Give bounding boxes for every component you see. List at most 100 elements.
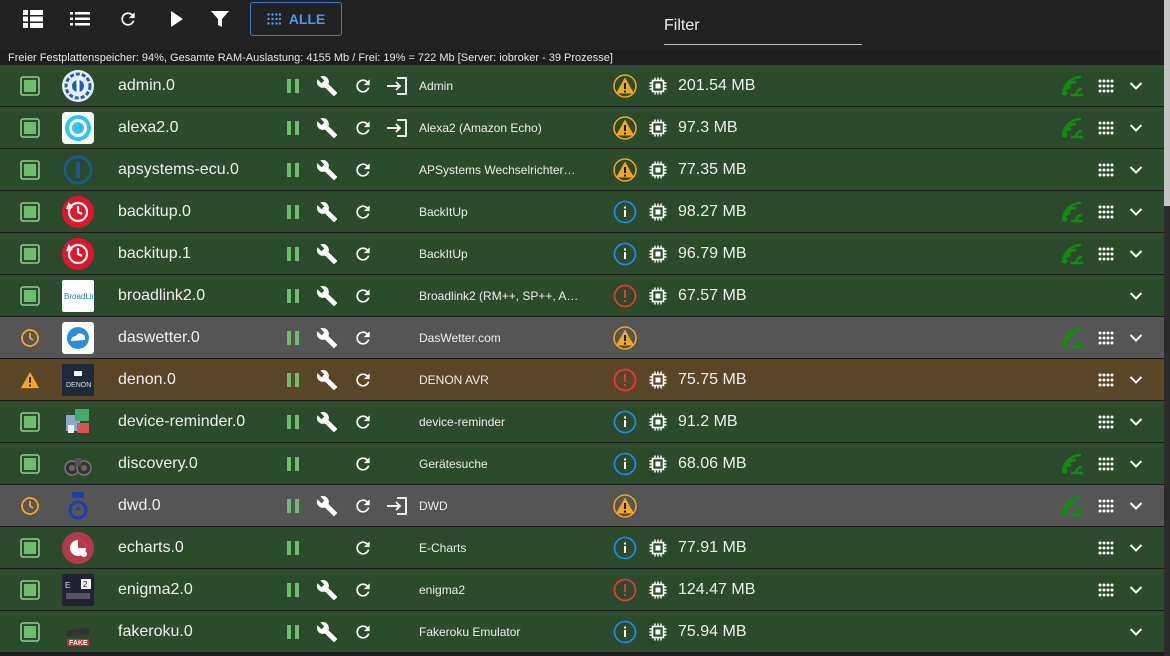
wrench-icon[interactable] — [316, 485, 340, 527]
chevron-down-icon[interactable] — [1126, 611, 1146, 653]
restart-icon[interactable] — [353, 149, 375, 191]
loglevel-info-icon[interactable] — [612, 611, 638, 653]
restart-icon[interactable] — [353, 611, 375, 653]
filter-field[interactable] — [664, 12, 862, 45]
wrench-icon[interactable] — [316, 611, 340, 653]
restart-icon[interactable] — [353, 485, 375, 527]
scrollbar[interactable] — [1164, 0, 1170, 656]
open-link-icon[interactable] — [385, 65, 411, 107]
connected-icon — [1060, 107, 1086, 149]
restart-icon[interactable] — [353, 443, 375, 485]
play-icon[interactable] — [162, 4, 192, 34]
wrench-icon[interactable] — [316, 65, 340, 107]
wrench-icon[interactable] — [316, 191, 340, 233]
chevron-down-icon[interactable] — [1126, 359, 1146, 401]
wrench-icon[interactable] — [316, 569, 340, 611]
pause-icon[interactable] — [286, 191, 304, 233]
chevron-down-icon[interactable] — [1126, 569, 1146, 611]
loglevel-error-icon[interactable] — [612, 275, 638, 317]
loglevel-info-icon[interactable] — [612, 443, 638, 485]
wrench-icon[interactable] — [316, 317, 340, 359]
memory-usage: 96.79 MB — [678, 245, 747, 262]
loglevel-info-icon[interactable] — [612, 527, 638, 569]
open-link-icon[interactable] — [385, 485, 411, 527]
restart-icon[interactable] — [353, 65, 375, 107]
wrench-icon[interactable] — [316, 275, 340, 317]
loglevel-warn-icon[interactable] — [612, 317, 638, 359]
filter-input[interactable] — [664, 12, 862, 40]
refresh-icon[interactable] — [113, 4, 143, 34]
chevron-down-icon[interactable] — [1126, 191, 1146, 233]
loglevel-error-icon[interactable] — [612, 359, 638, 401]
chevron-down-icon[interactable] — [1126, 233, 1146, 275]
instance-grid-icon[interactable] — [1096, 107, 1116, 149]
list-icon[interactable] — [65, 4, 95, 34]
chevron-down-icon[interactable] — [1126, 275, 1146, 317]
loglevel-warn-icon[interactable] — [612, 65, 638, 107]
pause-icon[interactable] — [286, 149, 304, 191]
instance-grid-icon[interactable] — [1096, 569, 1116, 611]
restart-icon[interactable] — [353, 107, 375, 149]
open-link-icon[interactable] — [385, 107, 411, 149]
pause-icon[interactable] — [286, 275, 304, 317]
instance-grid-icon[interactable] — [1096, 443, 1116, 485]
loglevel-warn-icon[interactable] — [612, 485, 638, 527]
instance-grid-icon[interactable] — [1096, 401, 1116, 443]
pause-icon[interactable] — [286, 527, 304, 569]
pause-icon[interactable] — [286, 485, 304, 527]
restart-icon[interactable] — [353, 275, 375, 317]
instance-grid-icon[interactable] — [1096, 233, 1116, 275]
wrench-icon[interactable] — [316, 359, 340, 401]
adapter-title: E-Charts — [419, 541, 467, 555]
pause-icon[interactable] — [286, 65, 304, 107]
loglevel-warn-icon[interactable] — [612, 107, 638, 149]
instance-grid-icon[interactable] — [1096, 527, 1116, 569]
restart-icon[interactable] — [353, 191, 375, 233]
pause-icon[interactable] — [286, 401, 304, 443]
alle-button[interactable]: ALLE — [250, 2, 342, 36]
loglevel-info-icon[interactable] — [612, 401, 638, 443]
chevron-down-icon[interactable] — [1126, 527, 1146, 569]
chevron-down-icon[interactable] — [1126, 401, 1146, 443]
pause-icon[interactable] — [286, 611, 304, 653]
restart-icon[interactable] — [353, 569, 375, 611]
restart-icon[interactable] — [353, 233, 375, 275]
pause-icon[interactable] — [286, 569, 304, 611]
restart-icon[interactable] — [353, 527, 375, 569]
chevron-down-icon[interactable] — [1126, 485, 1146, 527]
wrench-icon[interactable] — [316, 401, 340, 443]
pause-icon[interactable] — [286, 317, 304, 359]
wrench-icon[interactable] — [316, 149, 340, 191]
loglevel-info-icon[interactable] — [612, 191, 638, 233]
echarts-logo — [61, 527, 95, 569]
pause-icon[interactable] — [286, 443, 304, 485]
wrench-icon[interactable] — [316, 107, 340, 149]
pause-icon[interactable] — [286, 233, 304, 275]
chevron-down-icon[interactable] — [1126, 443, 1146, 485]
memory-chip-icon — [648, 149, 668, 191]
view-list-icon[interactable] — [18, 4, 48, 34]
restart-icon[interactable] — [353, 317, 375, 359]
chevron-down-icon[interactable] — [1126, 107, 1146, 149]
adapter-row: FAKE fakeroku.0 Fakeroku Emulator 75.94 MB — [0, 611, 1164, 653]
wrench-icon[interactable] — [316, 233, 340, 275]
instance-grid-icon[interactable] — [1096, 65, 1116, 107]
instance-grid-icon[interactable] — [1096, 485, 1116, 527]
restart-icon[interactable] — [353, 401, 375, 443]
instance-grid-icon[interactable] — [1096, 149, 1116, 191]
chevron-down-icon[interactable] — [1126, 65, 1146, 107]
loglevel-info-icon[interactable] — [612, 233, 638, 275]
funnel-icon[interactable] — [205, 4, 235, 34]
restart-icon[interactable] — [353, 359, 375, 401]
instance-grid-icon[interactable] — [1096, 359, 1116, 401]
loglevel-error-icon[interactable] — [612, 569, 638, 611]
chevron-down-icon[interactable] — [1126, 317, 1146, 359]
adapter-row: echarts.0 E-Charts 77.91 MB — [0, 527, 1164, 569]
pause-icon[interactable] — [286, 107, 304, 149]
instance-grid-icon[interactable] — [1096, 191, 1116, 233]
chevron-down-icon[interactable] — [1126, 149, 1146, 191]
loglevel-warn-icon[interactable] — [612, 149, 638, 191]
instance-grid-icon[interactable] — [1096, 317, 1116, 359]
pause-icon[interactable] — [286, 359, 304, 401]
scrollbar-thumb[interactable] — [1164, 0, 1170, 206]
